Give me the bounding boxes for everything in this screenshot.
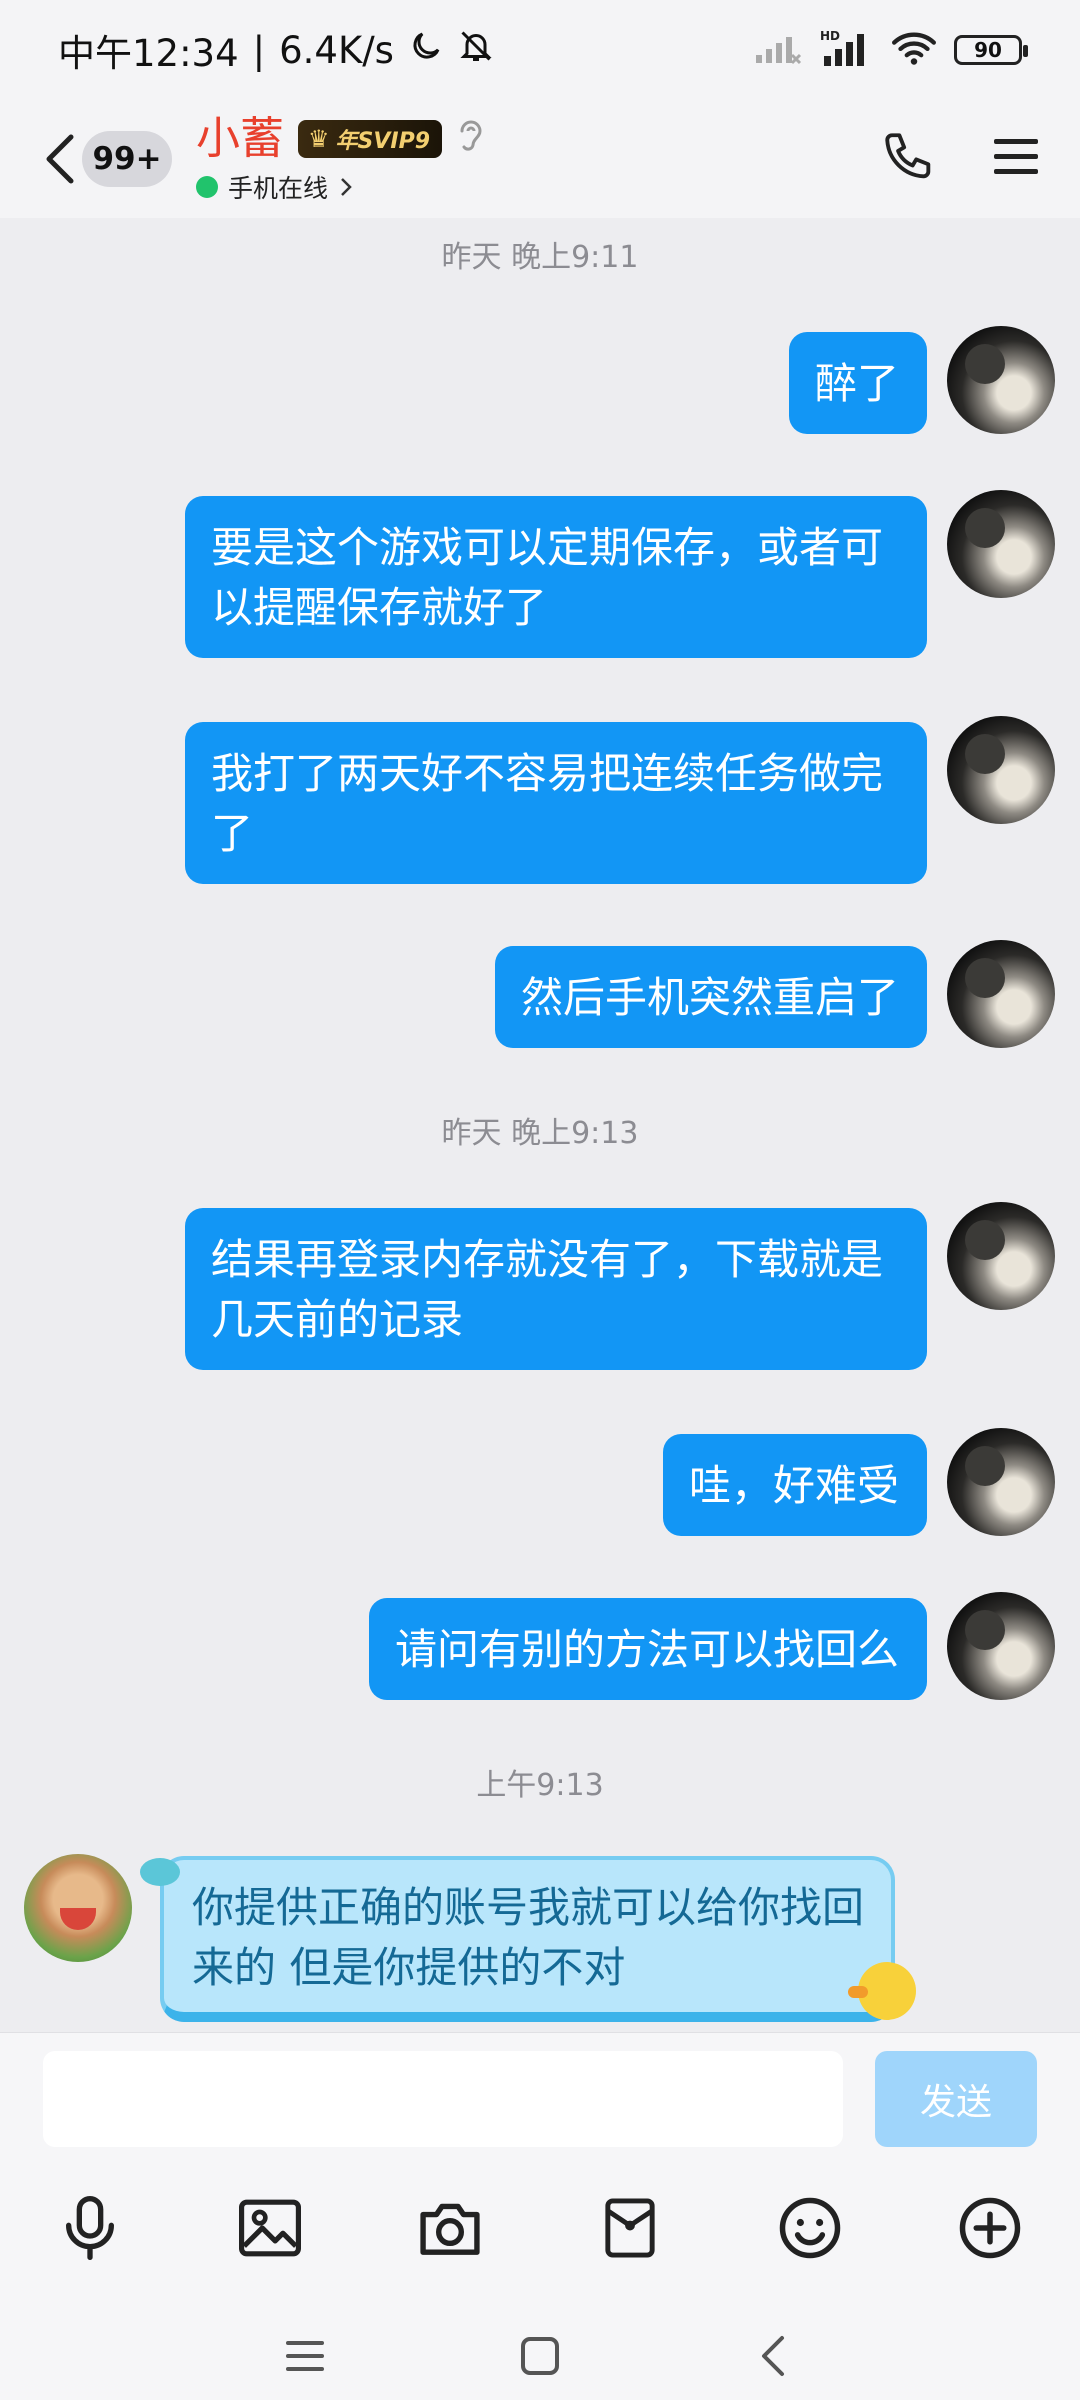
camera-icon[interactable] bbox=[405, 2183, 495, 2273]
message-text: 要是这个游戏可以定期保存，或者可以提醒保存就好了 bbox=[211, 523, 884, 632]
image-icon[interactable] bbox=[225, 2183, 315, 2273]
chat-toolbar bbox=[0, 2183, 1080, 2313]
message-bubble-out[interactable]: 哇，好难受 bbox=[662, 1434, 927, 1536]
my-avatar[interactable] bbox=[947, 940, 1055, 1048]
contact-avatar[interactable] bbox=[24, 1854, 132, 1962]
duck-decoration-icon bbox=[848, 1962, 916, 2020]
send-button[interactable]: 发送 bbox=[875, 2051, 1037, 2147]
input-bar: 发送 bbox=[0, 2032, 1080, 2400]
status-bar: 中午12:34 | 6.4K/s HD 90 bbox=[0, 0, 1080, 100]
message-input[interactable] bbox=[43, 2051, 843, 2147]
contact-info[interactable]: 小蓄 ♛ 年SVIP9 手机在线 bbox=[196, 113, 486, 205]
my-avatar[interactable] bbox=[947, 1592, 1055, 1700]
signal-weak-icon bbox=[754, 31, 802, 69]
back-button[interactable] bbox=[40, 129, 80, 189]
chevron-right-icon bbox=[341, 178, 352, 196]
svg-text:HD: HD bbox=[820, 29, 840, 43]
online-status-label: 手机在线 bbox=[228, 174, 329, 203]
online-dot-icon bbox=[196, 176, 218, 198]
message-bubble-in[interactable]: 你提供正确的账号我就可以给你找回来的 但是你提供的不对 bbox=[160, 1856, 895, 2022]
svip-badge[interactable]: ♛ 年SVIP9 bbox=[298, 120, 443, 158]
message-text: 结果再登录内存就没有了，下载就是几天前的记录 bbox=[211, 1235, 884, 1344]
phone-call-icon[interactable] bbox=[880, 128, 938, 190]
home-nav-icon[interactable] bbox=[505, 2321, 575, 2391]
network-speed: 6.4K/s bbox=[279, 28, 394, 72]
message-text: 我打了两天好不容易把连续任务做完了 bbox=[211, 749, 884, 858]
chat-header: 99+ 小蓄 ♛ 年SVIP9 手机在线 bbox=[0, 100, 1080, 218]
status-right: HD 90 bbox=[754, 28, 1028, 72]
emoji-icon[interactable] bbox=[765, 2183, 855, 2273]
status-divider: | bbox=[252, 28, 266, 72]
battery-level: 90 bbox=[974, 38, 1002, 62]
message-bubble-out[interactable]: 请问有别的方法可以找回么 bbox=[368, 1598, 927, 1700]
moon-icon bbox=[408, 28, 444, 73]
message-text: 请问有别的方法可以找回么 bbox=[394, 1625, 899, 1674]
my-avatar[interactable] bbox=[947, 326, 1055, 434]
unread-count-badge[interactable]: 99+ bbox=[82, 131, 172, 187]
header-actions bbox=[880, 128, 1040, 190]
back-nav-icon[interactable] bbox=[738, 2321, 808, 2391]
message-bubble-out[interactable]: 然后手机突然重启了 bbox=[494, 946, 927, 1048]
wifi-icon bbox=[892, 30, 936, 70]
message-text: 然后手机突然重启了 bbox=[520, 973, 899, 1022]
status-time: 中午12:34 bbox=[58, 32, 239, 75]
menu-nav-icon[interactable] bbox=[270, 2321, 340, 2391]
my-avatar[interactable] bbox=[947, 716, 1055, 824]
microphone-icon[interactable] bbox=[45, 2183, 135, 2273]
svip-badge-label: 年SVIP9 bbox=[335, 129, 431, 154]
message-text: 醉了 bbox=[814, 359, 899, 408]
fish-decoration-icon bbox=[140, 1858, 180, 1886]
contact-name: 小蓄 bbox=[196, 113, 284, 164]
message-text: 你提供正确的账号我就可以给你找回来的 但是你提供的不对 bbox=[192, 1883, 865, 1992]
red-packet-icon[interactable] bbox=[585, 2183, 675, 2273]
crown-icon: ♛ bbox=[308, 125, 330, 153]
message-bubble-out[interactable]: 醉了 bbox=[788, 332, 927, 434]
battery-icon: 90 bbox=[954, 35, 1028, 65]
menu-icon[interactable] bbox=[992, 136, 1040, 182]
ear-icon[interactable] bbox=[456, 117, 486, 161]
system-nav-bar bbox=[0, 2321, 1080, 2400]
message-bubble-out[interactable]: 结果再登录内存就没有了，下载就是几天前的记录 bbox=[185, 1208, 927, 1370]
timestamp: 昨天 晚上9:13 bbox=[441, 1116, 639, 1151]
timestamp: 上午9:13 bbox=[476, 1768, 604, 1803]
my-avatar[interactable] bbox=[947, 490, 1055, 598]
online-status[interactable]: 手机在线 bbox=[196, 169, 486, 205]
message-bubble-out[interactable]: 我打了两天好不容易把连续任务做完了 bbox=[185, 722, 927, 884]
message-bubble-out[interactable]: 要是这个游戏可以定期保存，或者可以提醒保存就好了 bbox=[185, 496, 927, 658]
plus-icon[interactable] bbox=[945, 2183, 1035, 2273]
status-left: 中午12:34 | 6.4K/s bbox=[58, 23, 494, 77]
timestamp: 昨天 晚上9:11 bbox=[441, 240, 639, 275]
bell-off-icon bbox=[458, 28, 494, 73]
my-avatar[interactable] bbox=[947, 1428, 1055, 1536]
my-avatar[interactable] bbox=[947, 1202, 1055, 1310]
chevron-left-icon bbox=[46, 134, 74, 184]
hd-signal-icon: HD bbox=[820, 28, 874, 72]
message-text: 哇，好难受 bbox=[688, 1461, 899, 1510]
